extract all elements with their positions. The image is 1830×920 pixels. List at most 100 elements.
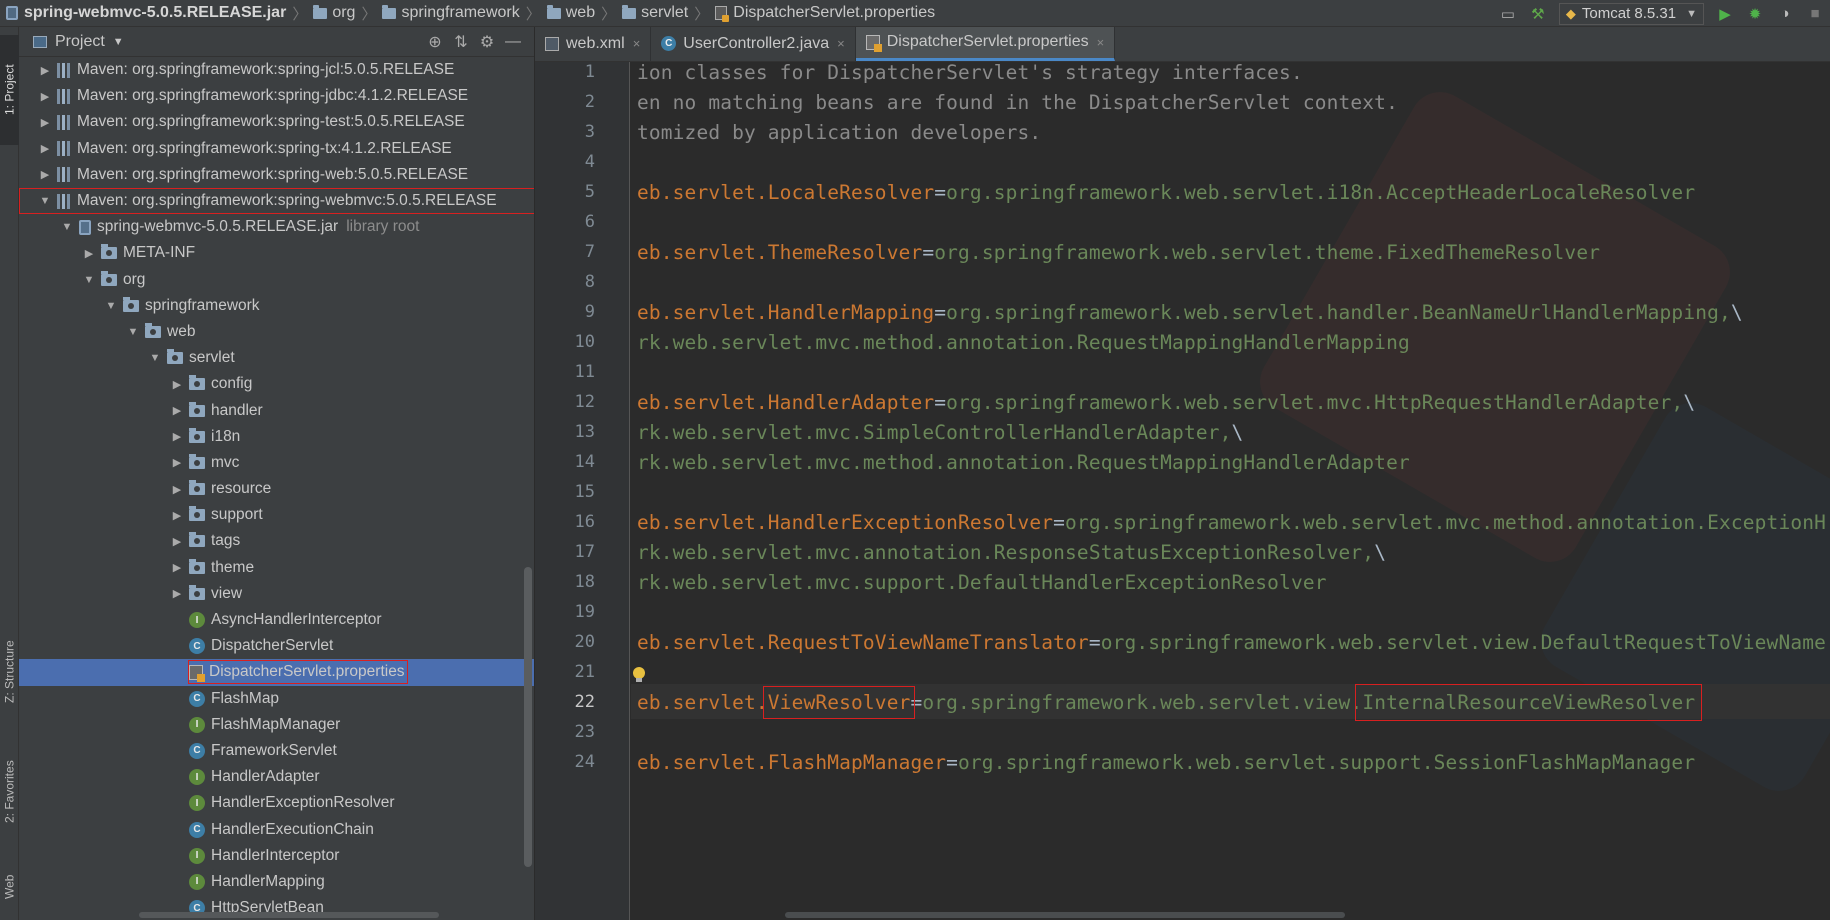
coverage-icon[interactable]: ◑ (1774, 3, 1796, 25)
tree-item[interactable]: ▶ handler (19, 397, 534, 423)
tree-item[interactable]: ▶ resource (19, 476, 534, 502)
code-line-20[interactable]: eb.servlet.RequestToViewNameTranslator=o… (637, 631, 1826, 654)
gear-icon[interactable]: ⚙ (474, 32, 500, 52)
collapse-arrow-icon[interactable]: ▼ (81, 274, 97, 286)
code-line-18[interactable]: rk.web.servlet.mvc.support.DefaultHandle… (637, 571, 1327, 594)
intention-bulb-icon[interactable] (632, 667, 646, 683)
code-line-10[interactable]: rk.web.servlet.mvc.method.annotation.Req… (637, 331, 1410, 354)
tree-item[interactable]: ▶ META-INF (19, 240, 534, 266)
tree-item[interactable]: ▼ org (19, 267, 534, 293)
tree-item[interactable]: C HandlerExecutionChain (19, 816, 534, 842)
tool-window-project[interactable]: 1: Project (0, 35, 19, 145)
code-line-22[interactable]: eb.servlet.ViewResolver=org.springframew… (637, 684, 1703, 721)
tree-item[interactable]: I HandlerExceptionResolver (19, 790, 534, 816)
tree-item[interactable]: ▶ Maven: org.springframework:spring-web:… (19, 162, 534, 188)
tool-window-favorites[interactable]: 2: Favorites (0, 737, 19, 847)
code-line-16[interactable]: eb.servlet.HandlerExceptionResolver=org.… (637, 511, 1826, 534)
code-line-9[interactable]: eb.servlet.HandlerMapping=org.springfram… (637, 301, 1743, 324)
editor-horizontal-scrollbar[interactable] (785, 912, 1345, 918)
expand-arrow-icon[interactable]: ▶ (81, 247, 97, 260)
run-configuration-select[interactable]: ◆ Tomcat 8.5.31 ▼ (1558, 2, 1704, 25)
collapse-arrow-icon[interactable]: ▼ (125, 326, 141, 338)
locate-icon[interactable]: ⊕ (422, 32, 448, 52)
expand-arrow-icon[interactable]: ▶ (37, 168, 53, 181)
close-icon[interactable]: × (837, 36, 845, 51)
tree-item[interactable]: ▶ Maven: org.springframework:spring-jdbc… (19, 83, 534, 109)
tree-item[interactable]: ▶ tags (19, 528, 534, 554)
collapse-arrow-icon[interactable]: ▼ (59, 221, 75, 233)
project-panel-title[interactable]: Project (55, 33, 105, 51)
tree-item[interactable]: C DispatcherServlet (19, 633, 534, 659)
expand-arrow-icon[interactable]: ▶ (37, 142, 53, 155)
code-line-12[interactable]: eb.servlet.HandlerAdapter=org.springfram… (637, 391, 1695, 414)
expand-arrow-icon[interactable]: ▶ (37, 90, 53, 103)
tree-item[interactable]: I FlashMapManager (19, 712, 534, 738)
expand-arrow-icon[interactable]: ▶ (169, 456, 185, 469)
code-line-2[interactable]: en no matching beans are found in the Di… (637, 91, 1398, 114)
tab-dispatcherservlet-properties[interactable]: DispatcherServlet.properties × (855, 27, 1116, 61)
tool-window-structure[interactable]: Z: Structure (0, 617, 19, 727)
tree-item[interactable]: C FlashMap (19, 686, 534, 712)
tree-item-jar[interactable]: ▼ spring-webmvc-5.0.5.RELEASE.jar librar… (19, 214, 534, 240)
tree-item[interactable]: ▶ Maven: org.springframework:spring-tx:4… (19, 136, 534, 162)
expand-arrow-icon[interactable]: ▶ (169, 561, 185, 574)
expand-arrow-icon[interactable]: ▶ (169, 587, 185, 600)
tool-window-web[interactable]: Web (0, 857, 19, 917)
tree-item-spring-webmvc[interactable]: ▼ Maven: org.springframework:spring-webm… (19, 187, 534, 215)
collapse-arrow-icon[interactable]: ▼ (103, 300, 119, 312)
breadcrumb-item-org[interactable]: org (313, 4, 355, 22)
horizontal-scrollbar[interactable] (139, 912, 439, 918)
tree-item[interactable]: ▶ Maven: org.springframework:spring-jcl:… (19, 57, 534, 83)
collapse-arrow-icon[interactable]: ▼ (147, 352, 163, 364)
tab-web-xml[interactable]: web.xml × (535, 27, 652, 61)
tree-item[interactable]: ▼ servlet (19, 345, 534, 371)
expand-arrow-icon[interactable]: ▶ (169, 430, 185, 443)
expand-arrow-icon[interactable]: ▶ (169, 378, 185, 391)
breadcrumb-item-file[interactable]: DispatcherServlet.properties (715, 4, 935, 22)
breadcrumb-item-servlet[interactable]: servlet (622, 4, 688, 22)
vertical-scrollbar[interactable] (524, 567, 532, 867)
run-icon[interactable]: ▶ (1714, 3, 1736, 25)
breadcrumb-item-web[interactable]: web (546, 4, 595, 22)
debug-icon[interactable]: ✹ (1744, 3, 1766, 25)
code-line-5[interactable]: eb.servlet.LocaleResolver=org.springfram… (637, 181, 1695, 204)
expand-arrow-icon[interactable]: ▶ (169, 535, 185, 548)
code-line-13[interactable]: rk.web.servlet.mvc.SimpleControllerHandl… (637, 421, 1243, 444)
expand-arrow-icon[interactable]: ▶ (169, 404, 185, 417)
close-icon[interactable]: × (1097, 35, 1105, 50)
expand-arrow-icon[interactable]: ▶ (37, 64, 53, 77)
tree-item[interactable]: ▶ config (19, 371, 534, 397)
tree-item[interactable]: ▶ mvc (19, 450, 534, 476)
tree-item[interactable]: I HandlerMapping (19, 869, 534, 895)
tree-item[interactable]: I AsyncHandlerInterceptor (19, 607, 534, 633)
tree-item[interactable]: ▼ web (19, 319, 534, 345)
collapse-arrow-icon[interactable]: ▼ (37, 195, 53, 207)
tree-item[interactable]: ▼ springframework (19, 293, 534, 319)
tree-item[interactable]: I HandlerAdapter (19, 764, 534, 790)
expand-arrow-icon[interactable]: ▶ (169, 509, 185, 522)
tab-usercontroller2[interactable]: C UserController2.java × (651, 27, 856, 61)
tree-item[interactable]: ▶ Maven: org.springframework:spring-test… (19, 109, 534, 135)
code-line-24[interactable]: eb.servlet.FlashMapManager=org.springfra… (637, 751, 1695, 774)
breadcrumb-item-springframework[interactable]: springframework (382, 4, 520, 22)
build-hammer-icon[interactable]: ⚒ (1527, 3, 1549, 25)
tree-item-selected[interactable]: DispatcherServlet.properties (19, 659, 534, 686)
expand-arrow-icon[interactable]: ▶ (169, 483, 185, 496)
tree-item[interactable]: ▶ view (19, 581, 534, 607)
terminal-icon[interactable]: ▭ (1497, 3, 1519, 25)
code-line-3[interactable]: tomized by application developers. (637, 121, 1041, 144)
tree-item[interactable]: C FrameworkServlet (19, 738, 534, 764)
tree-item[interactable]: ▶ support (19, 502, 534, 528)
code-line-17[interactable]: rk.web.servlet.mvc.annotation.ResponseSt… (637, 541, 1386, 564)
stop-icon[interactable]: ■ (1804, 3, 1826, 25)
chevron-down-icon[interactable]: ▼ (113, 36, 124, 48)
code-line-14[interactable]: rk.web.servlet.mvc.method.annotation.Req… (637, 451, 1410, 474)
code-line-1[interactable]: ion classes for DispatcherServlet's stra… (637, 61, 1303, 84)
code-line-7[interactable]: eb.servlet.ThemeResolver=org.springframe… (637, 241, 1600, 264)
hide-icon[interactable]: — (500, 33, 526, 51)
close-icon[interactable]: × (633, 36, 641, 51)
tree-item[interactable]: ▶ i18n (19, 424, 534, 450)
collapse-all-icon[interactable]: ⇅ (448, 32, 474, 52)
expand-arrow-icon[interactable]: ▶ (37, 116, 53, 129)
tree-item[interactable]: I HandlerInterceptor (19, 843, 534, 869)
